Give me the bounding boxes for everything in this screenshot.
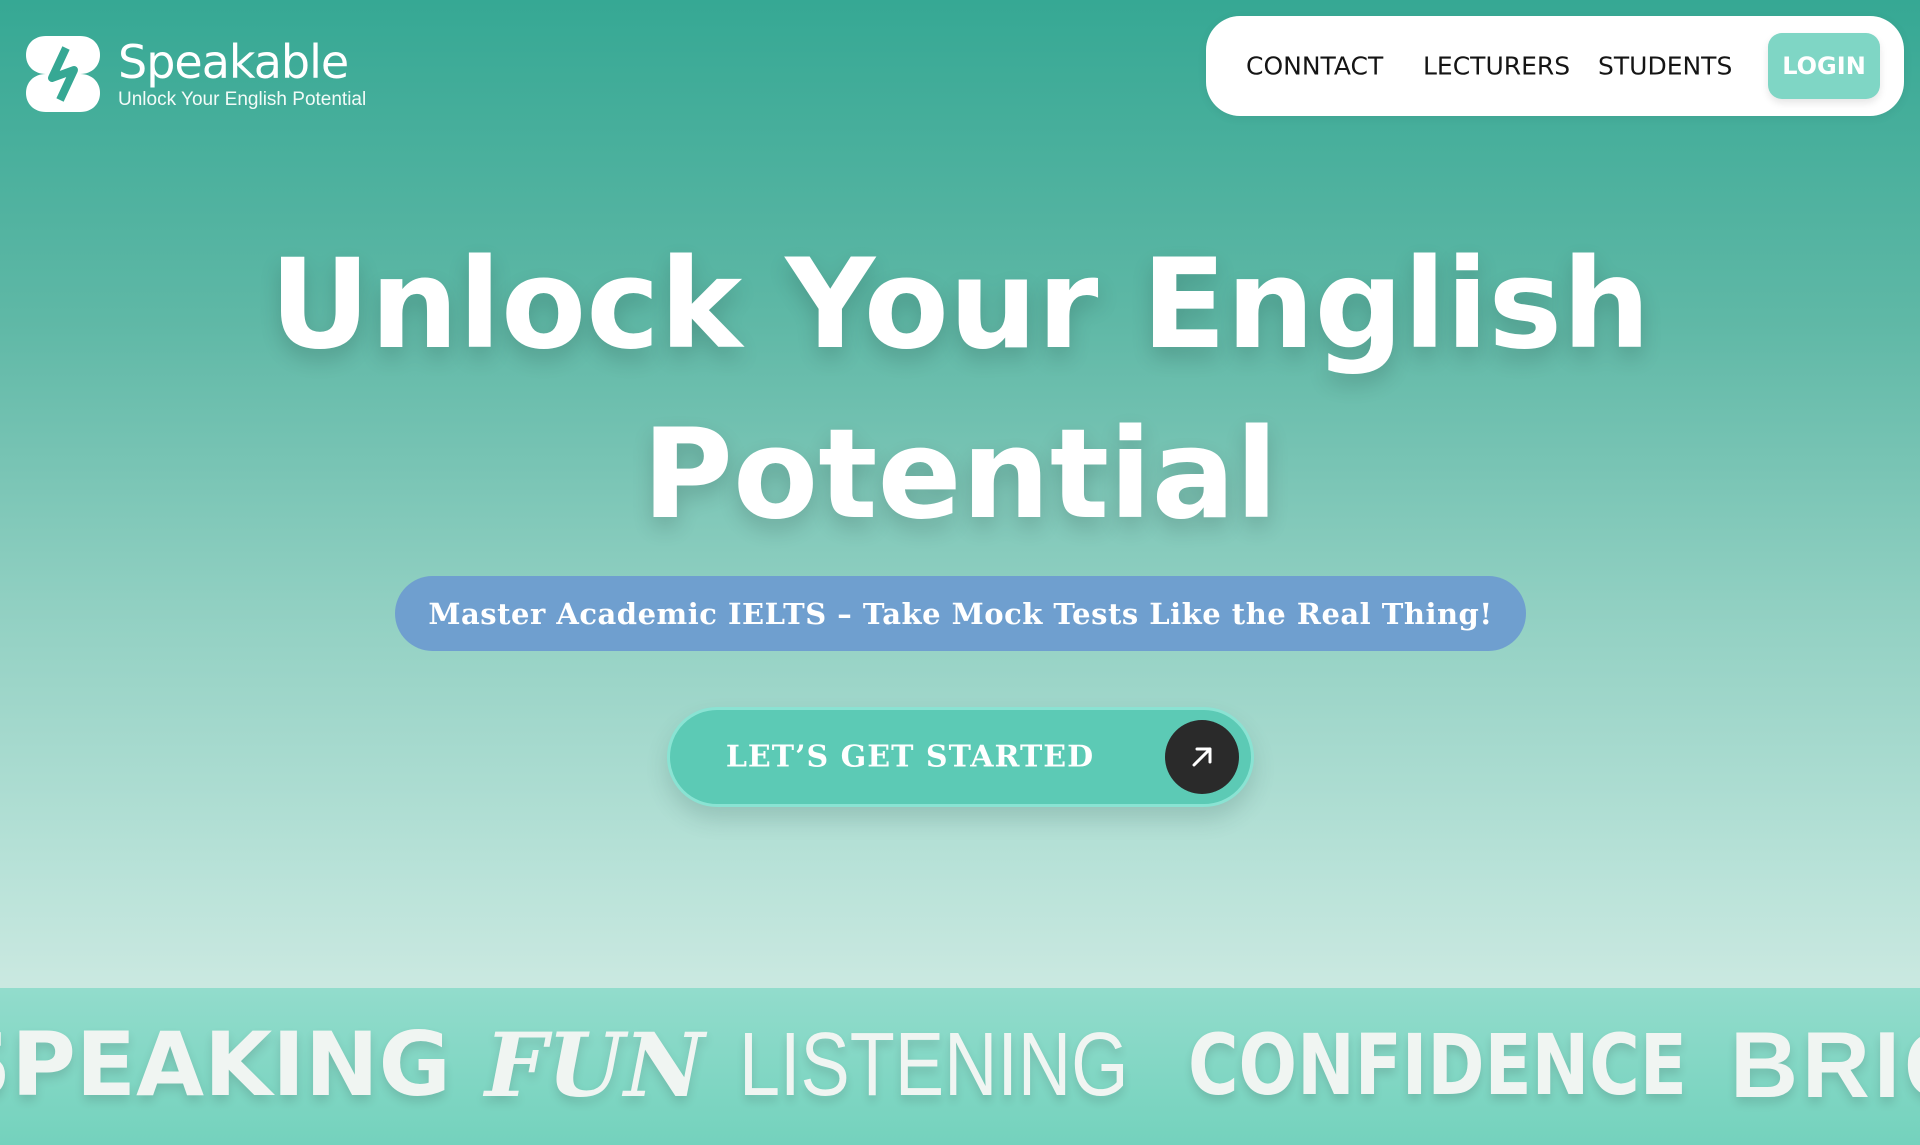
top-navigation: CONNTACT LECTURERS STUDENTS LOGIN [1206, 16, 1904, 116]
nav-lecturers-link[interactable]: LECTURERS [1423, 52, 1570, 81]
skills-marquee: SPEAKING FUN LISTENING CONFIDENCE BRIGHT [0, 988, 1920, 1145]
marquee-word-speaking: SPEAKING [0, 1013, 451, 1116]
hero-title-line-2: Potential [642, 403, 1278, 547]
hero-title: Unlock Your English Potential [260, 220, 1660, 560]
hero-subtitle-badge: Master Academic IELTS – Take Mock Tests … [395, 576, 1526, 651]
hero-title-line-1: Unlock Your English [269, 233, 1651, 377]
nav-students-link[interactable]: STUDENTS [1598, 52, 1732, 81]
marquee-word-fun: FUN [484, 1013, 705, 1117]
marquee-word-confidence: CONFIDENCE [1187, 1016, 1687, 1114]
get-started-label: LET’S GET STARTED [725, 739, 1095, 775]
get-started-button[interactable]: LET’S GET STARTED [667, 707, 1254, 807]
brand-tagline: Unlock Your English Potential [118, 89, 367, 110]
nav-contact-link[interactable]: CONNTACT [1246, 52, 1383, 81]
brand-name: Speakable [118, 35, 349, 89]
marquee-word-listening: LISTENING [738, 1015, 1129, 1115]
arrow-up-right-icon [1165, 720, 1239, 794]
marquee-word-bright: BRIGHT [1730, 1012, 1920, 1117]
login-button[interactable]: LOGIN [1768, 33, 1880, 99]
speakable-logo-icon [26, 36, 100, 112]
marquee-track: SPEAKING FUN LISTENING CONFIDENCE BRIGHT [0, 1010, 1920, 1120]
hero-subtitle: Master Academic IELTS – Take Mock Tests … [428, 596, 1493, 631]
brand-logo[interactable]: Speakable Unlock Your English Potential [22, 34, 366, 114]
